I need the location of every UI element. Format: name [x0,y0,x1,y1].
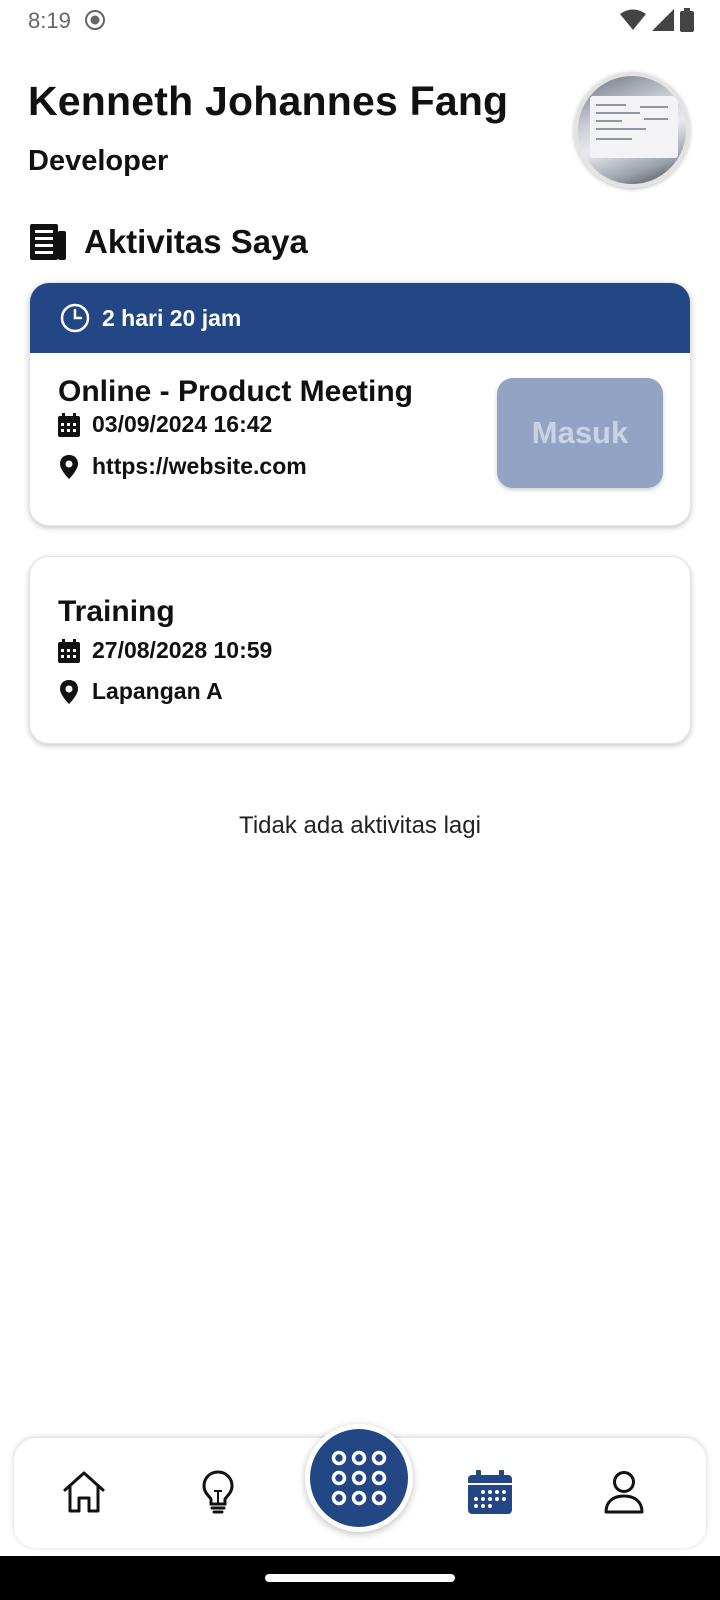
person-icon [604,1471,644,1514]
nav-activities[interactable] [466,1466,514,1518]
activity-datetime-row: 27/08/2028 10:59 [58,637,272,664]
activity-title: Training [58,595,175,628]
join-button[interactable]: Masuk [497,378,663,488]
activity-location-row: https://website.com [58,453,307,480]
calendar-icon [58,638,80,663]
activity-datetime-row: 03/09/2024 16:42 [58,411,272,438]
system-nav-bar [0,1556,720,1600]
lightbulb-icon [202,1470,234,1514]
section-title: Aktivitas Saya [84,223,308,260]
newspaper-icon [30,224,66,260]
calendar-icon [468,1470,512,1514]
nav-ideas[interactable] [194,1466,242,1518]
home-gesture-pill[interactable] [265,1574,455,1582]
activity-datetime: 03/09/2024 16:42 [92,411,273,437]
screen-record-icon [85,10,105,30]
activity-location-row: Lapangan A [58,678,223,705]
activity-title: Online - Product Meeting [58,375,414,408]
activity-location: Lapangan A [92,678,223,704]
wifi-icon [620,9,646,30]
empty-message: Tidak ada aktivitas lagi [239,812,481,839]
countdown-banner: 2 hari 20 jam [30,283,690,353]
countdown-text: 2 hari 20 jam [102,304,242,331]
nav-home[interactable] [60,1466,108,1518]
activity-datetime: 27/08/2028 10:59 [92,637,273,663]
status-time: 8:19 [28,8,71,33]
activity-card[interactable]: Training 27/08/2028 10:59 Lapangan A [29,556,691,744]
calendar-icon [58,412,80,437]
home-icon [63,1471,105,1513]
battery-icon [680,8,694,32]
clock-icon [60,303,90,333]
location-pin-icon [60,454,78,479]
avatar[interactable] [574,72,690,188]
nav-profile[interactable] [600,1466,648,1518]
signal-icon [652,9,674,31]
status-bar: 8:19 [0,0,720,42]
menu-fab-button[interactable] [305,1424,413,1532]
location-pin-icon [60,679,78,704]
profile-name: Kenneth Johannes Fang [28,78,509,124]
section-header: Aktivitas Saya [28,220,308,264]
profile-role: Developer [28,145,169,177]
activity-location: https://website.com [92,453,307,479]
activity-card[interactable]: 2 hari 20 jam Online - Product Meeting 0… [29,282,691,526]
apps-grid-icon [331,1450,387,1506]
